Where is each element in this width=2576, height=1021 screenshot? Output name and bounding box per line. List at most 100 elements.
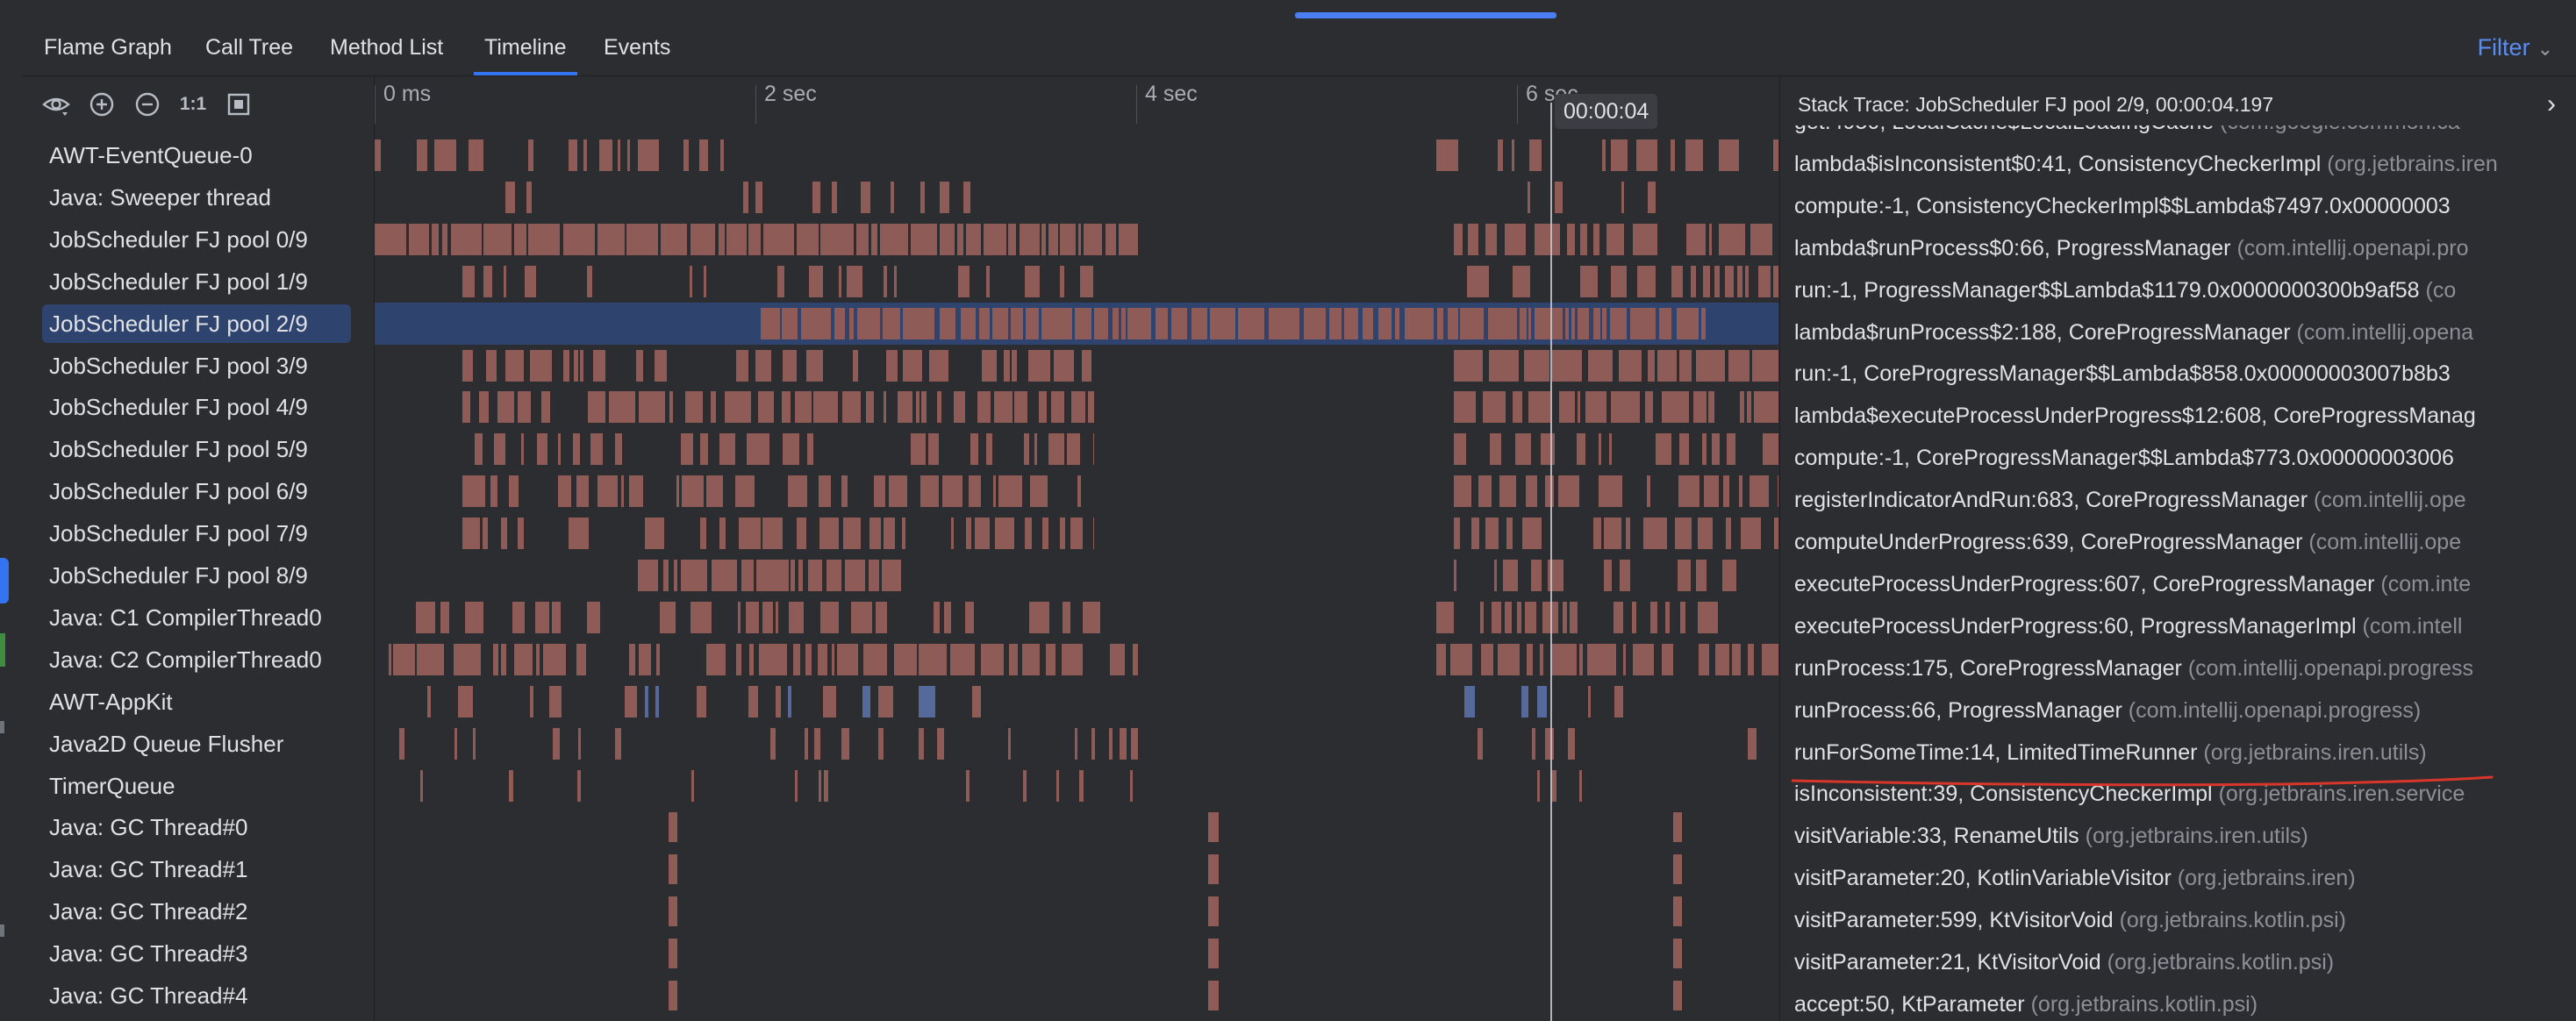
sample-bar[interactable] bbox=[982, 349, 997, 382]
thread-row[interactable]: AWT-EventQueue-0 bbox=[42, 136, 351, 175]
sample-bar[interactable] bbox=[1614, 685, 1623, 718]
thread-track[interactable] bbox=[375, 428, 1778, 470]
sample-bar[interactable] bbox=[1552, 349, 1582, 382]
sample-bar[interactable] bbox=[898, 391, 912, 424]
sample-bar[interactable] bbox=[919, 643, 947, 675]
sample-bar[interactable] bbox=[797, 518, 806, 550]
sample-bar[interactable] bbox=[966, 223, 981, 255]
sample-bar[interactable] bbox=[700, 518, 706, 550]
sample-bar[interactable] bbox=[1648, 181, 1656, 213]
sample-bar[interactable] bbox=[704, 265, 706, 297]
sample-bar[interactable] bbox=[528, 139, 533, 171]
sample-bar[interactable] bbox=[1080, 265, 1093, 297]
sample-bar[interactable] bbox=[552, 601, 561, 633]
sample-bar[interactable] bbox=[726, 223, 747, 255]
sample-bar[interactable] bbox=[475, 433, 483, 466]
sample-bar[interactable] bbox=[462, 265, 475, 297]
sample-bar[interactable] bbox=[919, 685, 935, 718]
sample-bar[interactable] bbox=[1011, 307, 1023, 339]
sample-bar[interactable] bbox=[1647, 475, 1650, 508]
sample-bar[interactable] bbox=[691, 223, 715, 255]
thread-track[interactable] bbox=[375, 639, 1778, 681]
sample-bar[interactable] bbox=[1522, 518, 1542, 550]
sample-bar[interactable] bbox=[1071, 391, 1085, 424]
sample-bar[interactable] bbox=[577, 769, 581, 802]
sample-bar[interactable] bbox=[1478, 475, 1492, 508]
sample-bar[interactable] bbox=[1673, 854, 1682, 885]
tab-method-list[interactable]: Method List bbox=[330, 19, 443, 75]
sample-bar[interactable] bbox=[807, 433, 813, 466]
sample-bar[interactable] bbox=[1526, 475, 1537, 508]
sample-bar[interactable] bbox=[819, 769, 821, 802]
sample-bar[interactable] bbox=[1703, 265, 1710, 297]
sample-bar[interactable] bbox=[720, 139, 724, 171]
sample-bar[interactable] bbox=[1740, 391, 1744, 424]
sample-bar[interactable] bbox=[697, 685, 706, 718]
sample-bar[interactable] bbox=[1436, 601, 1454, 633]
sample-bar[interactable] bbox=[1563, 601, 1567, 633]
sample-bar[interactable] bbox=[808, 560, 822, 591]
sample-bar[interactable] bbox=[1774, 518, 1778, 550]
sample-bar[interactable] bbox=[736, 643, 741, 675]
sample-bar[interactable] bbox=[458, 685, 473, 718]
sample-bar[interactable] bbox=[791, 560, 795, 591]
sample-bar[interactable] bbox=[1559, 391, 1575, 424]
sample-bar[interactable] bbox=[934, 601, 940, 633]
sample-bar[interactable] bbox=[1741, 518, 1761, 550]
sample-bar[interactable] bbox=[1626, 518, 1630, 550]
sample-bar[interactable] bbox=[1593, 518, 1601, 550]
sample-bar[interactable] bbox=[776, 601, 778, 633]
sample-bar[interactable] bbox=[1378, 307, 1392, 339]
sample-bar[interactable] bbox=[587, 265, 592, 297]
sample-bar[interactable] bbox=[1009, 643, 1018, 675]
sample-bar[interactable] bbox=[1130, 769, 1133, 802]
thread-track[interactable] bbox=[375, 176, 1778, 218]
sample-bar[interactable] bbox=[1060, 265, 1064, 297]
sample-bar[interactable] bbox=[1119, 223, 1138, 255]
sample-bar[interactable] bbox=[894, 265, 897, 297]
sample-bar[interactable] bbox=[629, 643, 635, 675]
sample-bar[interactable] bbox=[1763, 433, 1778, 466]
sample-bar[interactable] bbox=[469, 139, 483, 171]
sample-bar[interactable] bbox=[1577, 433, 1585, 466]
sample-bar[interactable] bbox=[669, 391, 673, 424]
sample-bar[interactable] bbox=[536, 643, 540, 675]
sample-bar[interactable] bbox=[1579, 769, 1582, 802]
sample-bar[interactable] bbox=[1704, 475, 1719, 508]
sample-bar[interactable] bbox=[1708, 391, 1714, 424]
sample-bar[interactable] bbox=[783, 349, 797, 382]
sample-bar[interactable] bbox=[1588, 349, 1613, 382]
thread-track[interactable] bbox=[375, 890, 1778, 932]
sample-bar[interactable] bbox=[1662, 391, 1689, 424]
sample-bar[interactable] bbox=[1698, 518, 1713, 550]
sample-bar[interactable] bbox=[1620, 560, 1630, 591]
sample-bar[interactable] bbox=[549, 685, 562, 718]
sample-bar[interactable] bbox=[749, 643, 754, 675]
sample-bar[interactable] bbox=[1460, 307, 1484, 339]
sample-bar[interactable] bbox=[1028, 349, 1050, 382]
sample-bar[interactable] bbox=[748, 223, 761, 255]
sample-bar[interactable] bbox=[597, 475, 618, 508]
sample-bar[interactable] bbox=[819, 475, 831, 508]
sample-bar[interactable] bbox=[1468, 223, 1478, 255]
sample-bar[interactable] bbox=[789, 601, 804, 633]
sample-bar[interactable] bbox=[462, 349, 473, 382]
stack-frame[interactable]: executeProcessUnderProgress:607, CorePro… bbox=[1794, 565, 2471, 603]
sample-bar[interactable] bbox=[615, 727, 621, 760]
sample-bar[interactable] bbox=[1113, 307, 1119, 339]
sample-bar[interactable] bbox=[505, 181, 515, 213]
sample-bar[interactable] bbox=[1120, 727, 1127, 760]
stack-frame[interactable]: computeUnderProgress:639, CoreProgressMa… bbox=[1794, 523, 2461, 561]
thread-row[interactable]: JobScheduler FJ pool 1/9 bbox=[42, 262, 351, 301]
sample-bar[interactable] bbox=[1693, 391, 1707, 424]
sample-bar[interactable] bbox=[1528, 391, 1550, 424]
sample-bar[interactable] bbox=[505, 349, 524, 382]
sample-bar[interactable] bbox=[1727, 433, 1735, 466]
sample-bar[interactable] bbox=[1604, 518, 1621, 550]
sample-bar[interactable] bbox=[762, 518, 783, 550]
sample-bar[interactable] bbox=[1585, 391, 1606, 424]
sample-bar[interactable] bbox=[837, 643, 858, 675]
sample-bar[interactable] bbox=[1517, 601, 1521, 633]
sample-bar[interactable] bbox=[1454, 475, 1471, 508]
sample-bar[interactable] bbox=[588, 391, 605, 424]
